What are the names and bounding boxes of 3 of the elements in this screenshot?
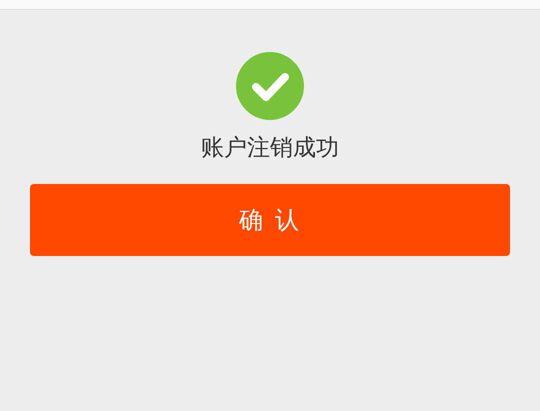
check-circle-icon <box>236 52 304 120</box>
success-message: 账户注销成功 <box>201 134 339 163</box>
confirm-button[interactable]: 确 认 <box>30 184 510 256</box>
